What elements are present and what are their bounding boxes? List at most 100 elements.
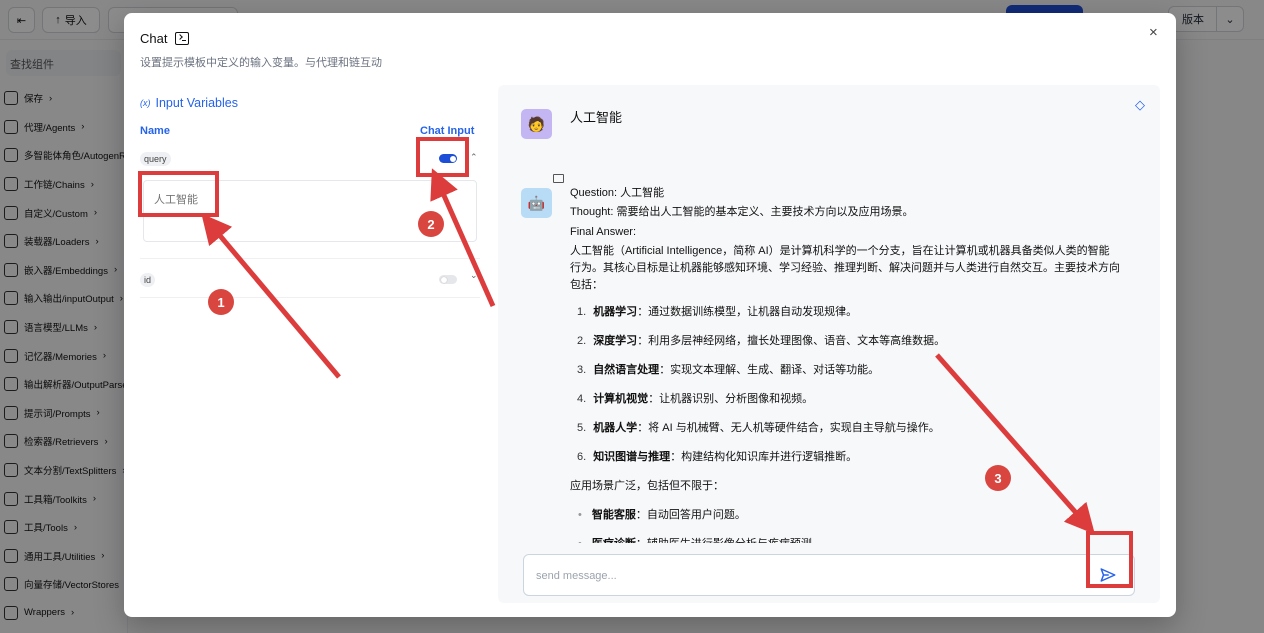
- import-button[interactable]: ↑ 导入: [42, 7, 100, 33]
- bot-question: Question: 人工智能: [570, 187, 665, 199]
- list-item: 1. 机器学习：通过数据训练模型，让机器自动发现规律。: [570, 304, 1120, 321]
- component-search-input[interactable]: 查找组件: [6, 50, 121, 76]
- sidebar-item[interactable]: 输入输出/inputOutput ›: [0, 284, 127, 313]
- divider: [140, 258, 480, 259]
- input-variables-header: (x) Input Variables: [140, 96, 238, 110]
- chevron-down-icon[interactable]: ⌄: [470, 270, 478, 281]
- list-item: 6. 知识图谱与推理：构建结构化知识库并进行逻辑推断。: [570, 449, 1120, 466]
- import-label: 导入: [64, 15, 87, 27]
- list-item-desc: ：通过数据训练模型，让机器自动发现规律。: [637, 306, 858, 318]
- list-item-number: 6.: [577, 451, 587, 463]
- bullet-desc: ：辅助医生进行影像分析与疾病预测。: [636, 538, 823, 543]
- sidebar-item[interactable]: 提示词/Prompts ›: [0, 399, 127, 428]
- variable-icon: (x): [140, 98, 151, 108]
- version-dropdown-button[interactable]: ⌄: [1216, 6, 1244, 32]
- sidebar-item[interactable]: 记忆器/Memories ›: [0, 341, 127, 370]
- sidebar-item[interactable]: 工作链/Chains ›: [0, 170, 127, 199]
- sidebar-item-label: 输出解析器/OutputParse: [24, 380, 128, 392]
- sidebar-item[interactable]: 文本分割/TextSplitters ›: [0, 456, 127, 485]
- close-button[interactable]: ×: [1149, 24, 1158, 41]
- category-icon: [4, 377, 18, 392]
- id-chat-input-toggle[interactable]: [439, 275, 457, 284]
- sidebar-item[interactable]: 多智能体角色/AutogenR ›: [0, 141, 135, 170]
- terminal-icon: [175, 32, 190, 45]
- bullet-text: 医疗诊断：辅助医生进行影像分析与疾病预测。: [592, 536, 823, 543]
- chevron-right-icon: ›: [92, 493, 96, 505]
- chevron-right-icon: ›: [95, 235, 99, 247]
- chevron-right-icon: ›: [113, 264, 118, 276]
- list-item-number: 4.: [577, 393, 587, 405]
- chat-panel: 🧑 人工智能 ◇ 🤖 Question: 人工智能 Thought: 需要给出人…: [498, 85, 1160, 603]
- sidebar-item-label: 多智能体角色/AutogenR: [24, 151, 126, 163]
- sidebar-item[interactable]: 自定义/Custom ›: [0, 198, 127, 227]
- sidebar-item[interactable]: 保存 ›: [0, 84, 127, 113]
- query-chat-input-toggle[interactable]: [439, 154, 457, 163]
- category-icon: [4, 520, 18, 535]
- sidebar-item[interactable]: 向量存储/VectorStores ›: [0, 570, 128, 599]
- sidebar-item[interactable]: 输出解析器/OutputParse ›: [0, 370, 137, 399]
- bullet-dot: •: [578, 509, 582, 521]
- list-item-number: 1.: [577, 306, 587, 318]
- bullet-title: 智能客服: [591, 509, 636, 521]
- category-icon: [4, 405, 18, 420]
- list-item-text: 计算机视觉：让机器识别、分析图像和视频。: [593, 391, 813, 408]
- sidebar-item[interactable]: 工具箱/Toolkits ›: [0, 484, 127, 513]
- sidebar-item-label: 工作链/Chains: [24, 180, 85, 192]
- send-button[interactable]: [1097, 565, 1119, 587]
- chevron-right-icon: ›: [73, 521, 77, 533]
- close-icon: ×: [1149, 24, 1158, 41]
- list-item-desc: ：实现文本理解、生成、翻译、对话等功能。: [659, 364, 880, 376]
- bot-message: Question: 人工智能 Thought: 需要给出人工智能的基本定义、主要…: [570, 185, 1120, 543]
- sidebar-item-label: 通用工具/Utilities: [24, 551, 96, 563]
- message-icon[interactable]: [553, 174, 564, 183]
- eraser-icon[interactable]: ◇: [1135, 97, 1145, 113]
- sidebar-item-label: 装载器/Loaders: [24, 237, 90, 249]
- category-icon: [4, 491, 18, 506]
- category-icon: [4, 463, 18, 478]
- column-header-name: Name: [140, 125, 170, 137]
- query-value-textarea[interactable]: [143, 180, 477, 242]
- sidebar-item-label: 输入输出/inputOutput: [24, 294, 114, 306]
- search-placeholder: 查找组件: [10, 59, 54, 71]
- sidebar-item[interactable]: 检索器/Retrievers ›: [0, 427, 127, 456]
- chevron-right-icon: ›: [71, 607, 75, 619]
- category-icon: [4, 262, 18, 277]
- list-item-number: 5.: [577, 422, 587, 434]
- list-item-desc: ：利用多层神经网络，擅长处理图像、语音、文本等高维数据。: [637, 335, 946, 347]
- sidebar-item[interactable]: 工具/Tools ›: [0, 513, 127, 542]
- sidebar-item-label: 提示词/Prompts: [24, 408, 91, 420]
- bullet-desc: ：自动回答用户问题。: [635, 509, 746, 521]
- sidebar-item-label: 检索器/Retrievers: [24, 437, 99, 449]
- sidebar-item[interactable]: 嵌入器/Embeddings ›: [0, 256, 127, 285]
- list-item: 2. 深度学习：利用多层神经网络，擅长处理图像、语音、文本等高维数据。: [570, 333, 1120, 350]
- chat-message-input[interactable]: [536, 567, 1076, 585]
- bot-scenarios-text: 应用场景广泛，包括但不限于：: [570, 480, 724, 492]
- exit-button[interactable]: ⇤: [8, 7, 35, 33]
- modal-title-text: Chat: [140, 31, 168, 46]
- sidebar-item[interactable]: 通用工具/Utilities ›: [0, 542, 127, 571]
- bullet-text: 智能客服：自动回答用户问题。: [592, 507, 746, 524]
- category-icon: [4, 91, 18, 106]
- category-icon: [4, 234, 18, 249]
- chat-input-container: [523, 554, 1135, 596]
- list-item-title: 机器学习: [593, 306, 638, 318]
- list-item-number: 3.: [577, 364, 587, 376]
- bot-ordered-list: 1. 机器学习：通过数据训练模型，让机器自动发现规律。 2. 深度学习：利用多层神经网…: [570, 304, 1120, 466]
- sidebar-item[interactable]: 语言模型/LLMs ›: [0, 313, 127, 342]
- chevron-up-icon[interactable]: ⌃: [470, 152, 478, 163]
- category-icon: [4, 205, 18, 220]
- list-item: 3. 自然语言处理：实现文本理解、生成、翻译、对话等功能。: [570, 362, 1120, 379]
- sidebar-item[interactable]: Wrappers ›: [0, 599, 127, 628]
- sidebar-item[interactable]: 装载器/Loaders ›: [0, 227, 127, 256]
- user-avatar-icon: 🧑: [527, 115, 546, 132]
- list-item-text: 知识图谱与推理：构建结构化知识库并进行逻辑推断。: [593, 449, 857, 466]
- chevron-right-icon: ›: [101, 550, 105, 562]
- user-message: 人工智能: [570, 110, 623, 125]
- category-icon: [4, 548, 18, 563]
- sidebar-item-label: 向量存储/VectorStores: [24, 580, 120, 592]
- chevron-right-icon: ›: [119, 292, 123, 304]
- sidebar-item[interactable]: 代理/Agents ›: [0, 113, 127, 142]
- category-icon: [4, 348, 18, 363]
- send-icon: [1100, 567, 1116, 582]
- exit-icon: ⇤: [16, 14, 27, 27]
